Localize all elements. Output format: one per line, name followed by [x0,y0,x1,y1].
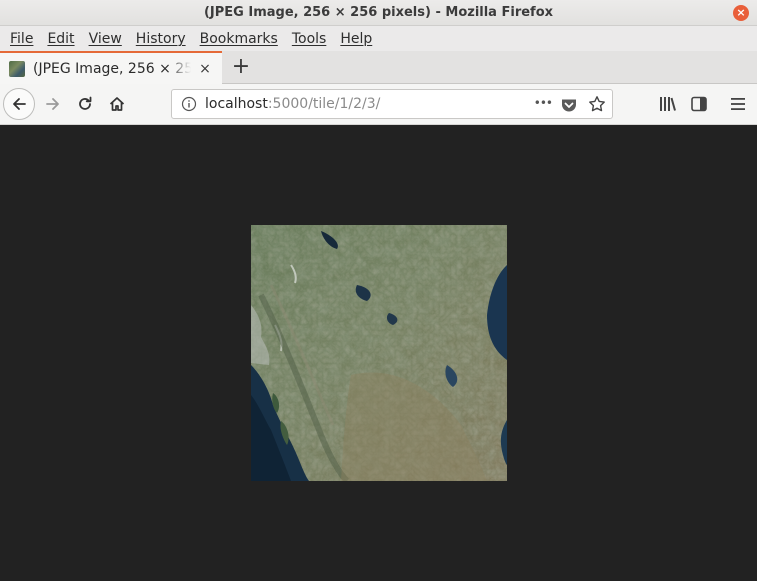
tab-title: (JPEG Image, 256 × 256 pixels) [33,60,191,77]
menu-edit[interactable]: Edit [47,31,74,47]
reload-icon [79,96,92,110]
forward-button[interactable] [37,88,69,120]
reload-button[interactable] [69,88,101,120]
tab-strip: (JPEG Image, 256 × 256 pixels) × + [0,51,757,84]
arrow-right-icon [46,98,59,110]
menu-bookmarks[interactable]: Bookmarks [200,31,278,47]
library-icon[interactable] [659,96,677,112]
menu-history[interactable]: History [136,31,186,47]
sidebar-icon[interactable] [691,96,707,112]
tab-close-icon[interactable]: × [197,61,213,77]
home-icon [109,97,125,111]
url-bar[interactable]: localhost:5000/tile/1/2/3/ ••• [171,89,613,119]
arrow-left-icon [13,98,26,110]
tab-jpeg-image[interactable]: (JPEG Image, 256 × 256 pixels) × [0,51,222,84]
satellite-map-graphic [251,225,507,481]
bookmark-star-icon[interactable] [588,95,606,113]
page-content [0,125,757,581]
navigation-bar: localhost:5000/tile/1/2/3/ ••• [0,84,757,125]
satellite-thumbnail-icon [9,60,25,77]
url-text[interactable]: localhost:5000/tile/1/2/3/ [205,96,380,112]
menu-file[interactable]: File [10,31,33,47]
info-icon[interactable] [181,96,197,112]
window-close-button[interactable]: × [733,5,749,21]
window-title: (JPEG Image, 256 × 256 pixels) - Mozilla… [203,5,554,20]
home-button[interactable] [101,88,133,120]
firefox-window: (JPEG Image, 256 × 256 pixels) - Mozilla… [0,0,757,581]
menu-help[interactable]: Help [340,31,372,47]
title-bar: (JPEG Image, 256 × 256 pixels) - Mozilla… [0,0,757,26]
menu-bar: File Edit View History Bookmarks Tools H… [0,26,757,51]
new-tab-button[interactable]: + [229,55,253,79]
back-button[interactable] [3,88,35,120]
page-actions-icon[interactable]: ••• [534,96,553,110]
url-host: localhost [205,96,268,112]
menu-view[interactable]: View [89,31,122,47]
satellite-tile-image [251,225,507,481]
pocket-icon[interactable] [560,96,578,114]
hamburger-menu-icon[interactable] [730,96,746,112]
url-path: :5000/tile/1/2/3/ [267,96,381,112]
menu-tools[interactable]: Tools [292,31,327,47]
